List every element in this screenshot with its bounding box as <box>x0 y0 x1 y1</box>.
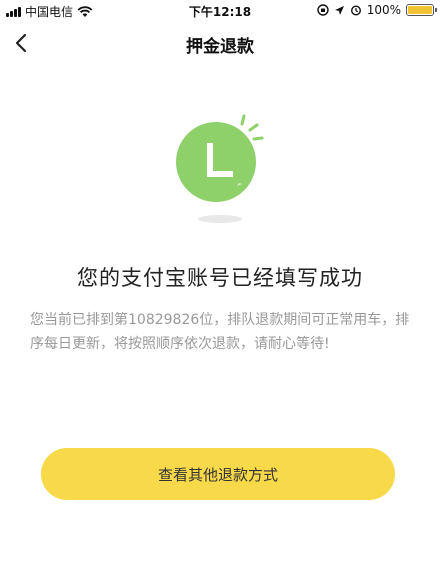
illustration-shadow <box>198 215 242 223</box>
battery-icon <box>406 4 437 16</box>
result-description: 您当前已排到第10829826位，排队退款期间可正常用车，排序每日更新，将按照顺… <box>30 312 410 352</box>
orientation-lock-icon <box>316 4 329 16</box>
page-title: 押金退款 <box>186 37 254 57</box>
status-right: 100% <box>316 3 437 17</box>
battery-percentage: 100% <box>366 3 401 17</box>
clock-badge-icon <box>176 114 264 202</box>
location-icon <box>334 5 344 15</box>
alarm-icon <box>350 5 361 16</box>
result-title: 您的支付宝账号已经填写成功 <box>77 266 363 290</box>
status-bar: 中国电信 下午12:18 100% <box>0 0 440 20</box>
nav-bar: 押金退款 <box>0 20 440 66</box>
other-refund-methods-label: 查看其他退款方式 <box>157 465 278 484</box>
other-refund-methods-button[interactable]: 查看其他退款方式 <box>41 448 395 500</box>
success-illustration <box>170 112 270 232</box>
